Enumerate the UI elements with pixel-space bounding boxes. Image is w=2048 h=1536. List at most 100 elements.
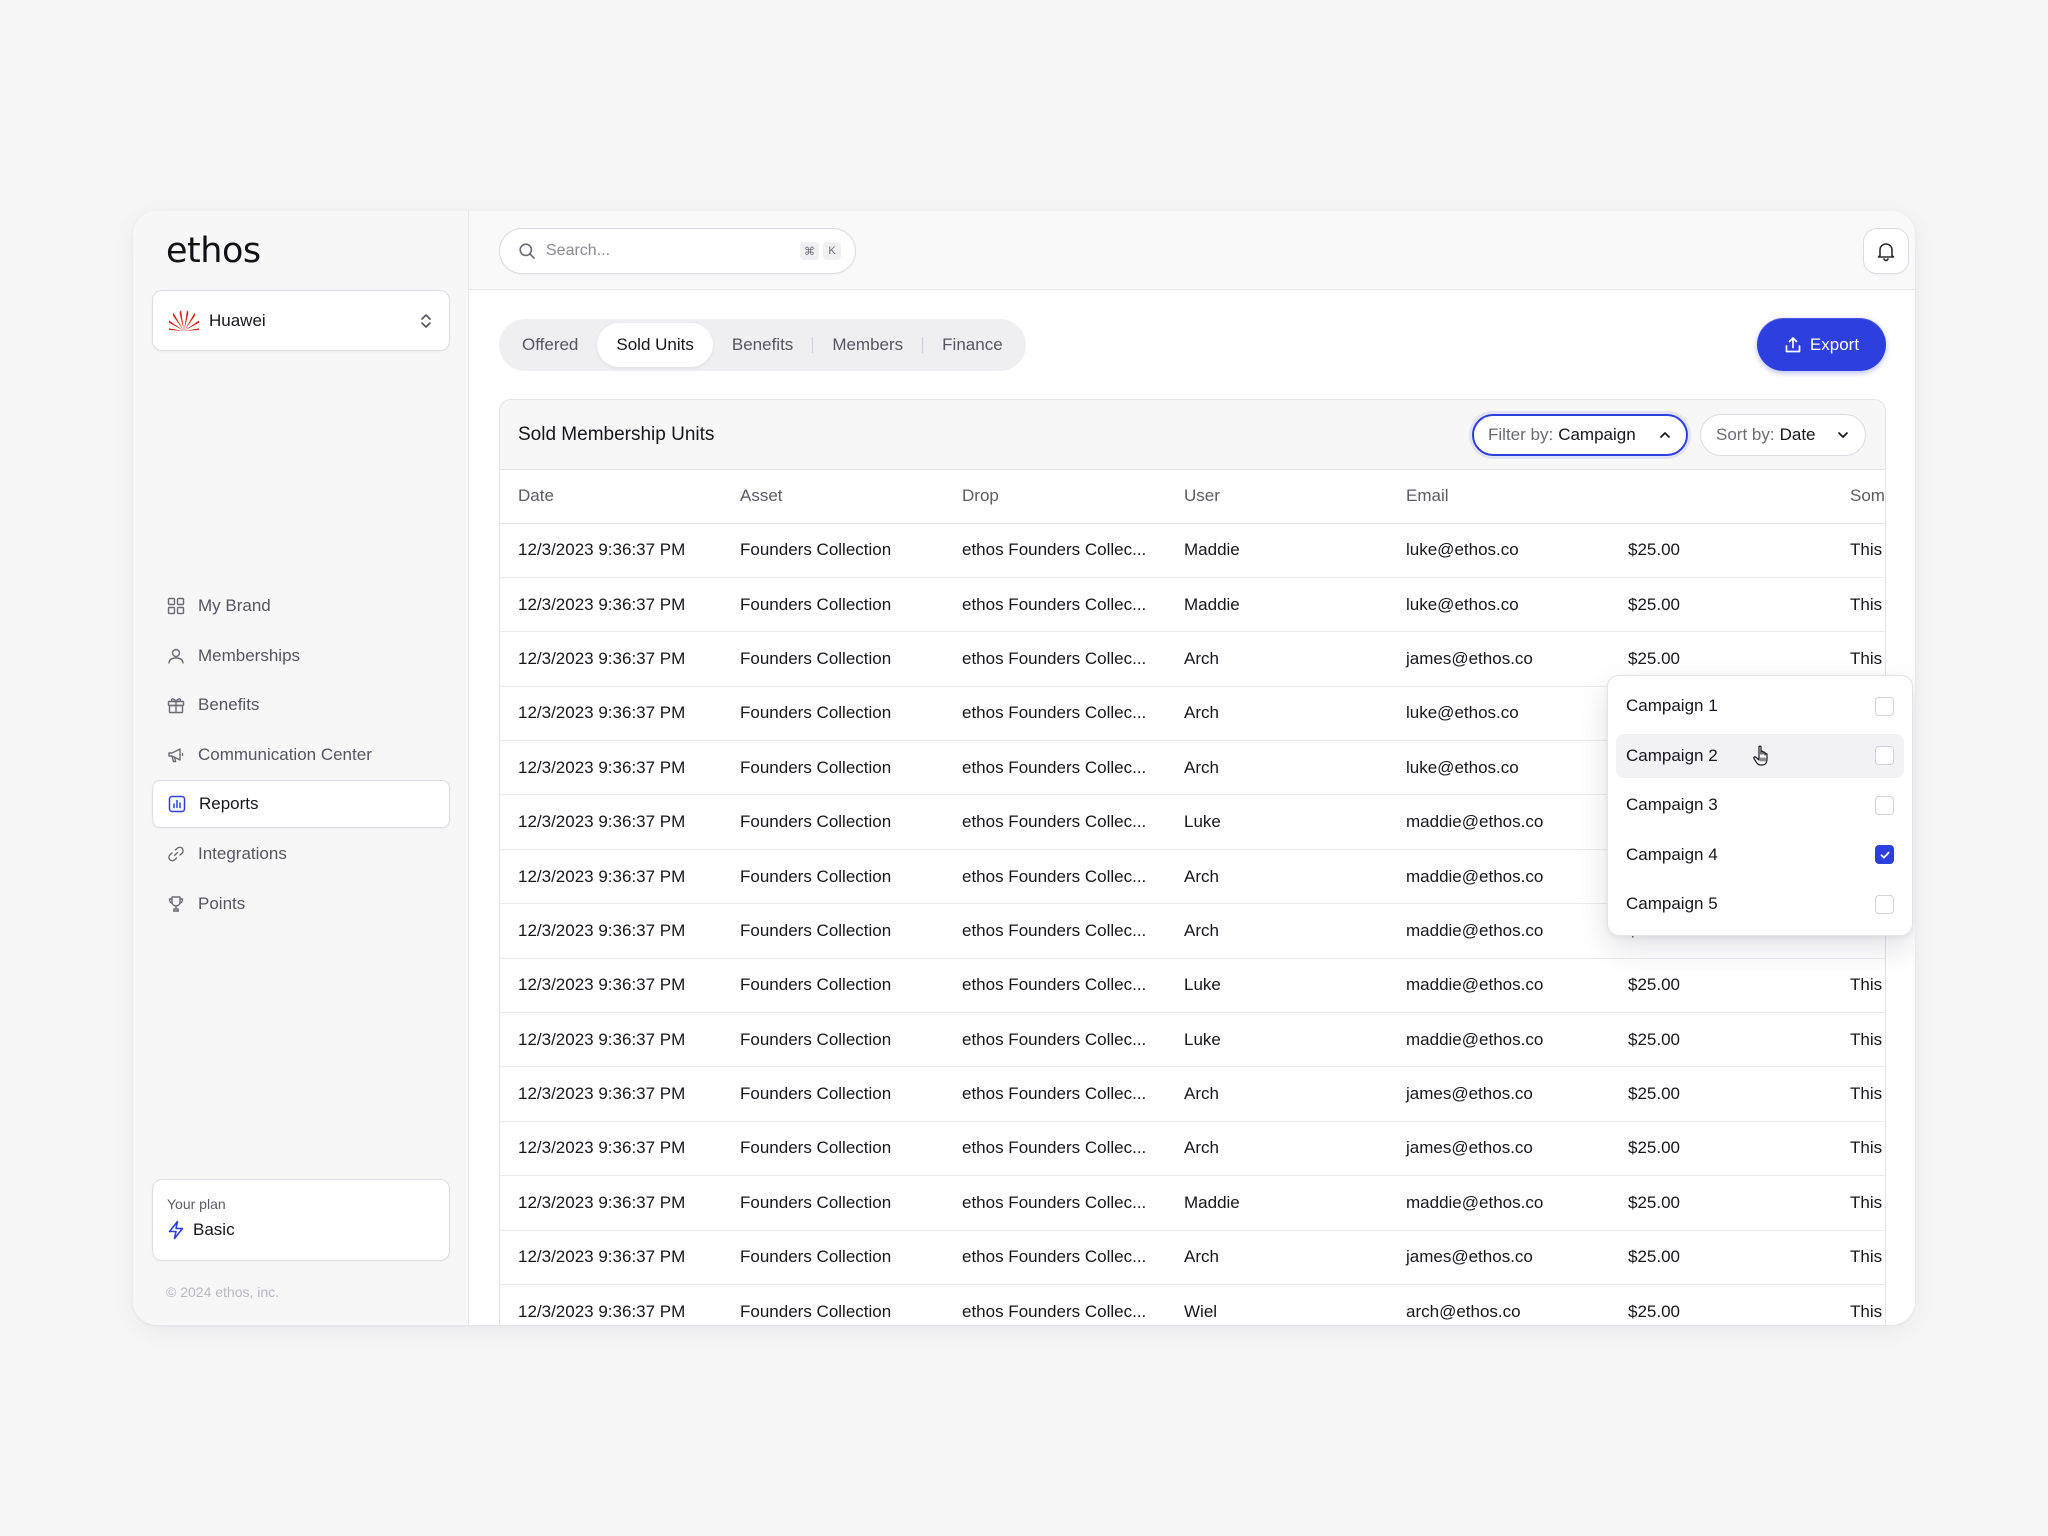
cell-user: Luke	[1166, 794, 1388, 850]
tab-members[interactable]: Members	[813, 323, 922, 367]
column-header-asset[interactable]: Asset	[722, 470, 944, 524]
search-input[interactable]	[546, 242, 796, 260]
column-header-user[interactable]: User	[1166, 470, 1388, 524]
cell-user: Luke	[1166, 1012, 1388, 1068]
sidebar-item-label: Memberships	[198, 645, 301, 665]
table-row[interactable]: 12/3/2023 9:36:37 PM Founders Collection e…	[500, 1175, 1885, 1231]
cell-date: 12/3/2023 9:36:37 PM	[500, 1284, 722, 1325]
cell-date: 12/3/2023 9:36:37 PM	[500, 958, 722, 1014]
column-header-email[interactable]: Email	[1388, 470, 1610, 524]
tab-offered[interactable]: Offered	[503, 323, 597, 367]
dropdown-option-label: Campaign 3	[1626, 795, 1718, 814]
cell-some: This	[1832, 577, 1885, 633]
cell-asset: Founders Collection	[722, 1230, 944, 1285]
filter-prefix: Filter by:	[1488, 425, 1554, 444]
cell-date: 12/3/2023 9:36:37 PM	[500, 1230, 722, 1285]
shortcut-key-cmd: ⌘	[800, 242, 819, 260]
huawei-logo-icon	[169, 309, 199, 331]
tab-finance[interactable]: Finance	[923, 323, 1021, 367]
table-header-row: Date Asset Drop User Email Som	[500, 470, 1885, 524]
cell-drop: ethos Founders Collec...	[944, 577, 1166, 633]
cell-some: This	[1832, 1121, 1885, 1177]
export-button[interactable]: Export	[1757, 318, 1886, 371]
cell-price: $25.00	[1610, 523, 1832, 578]
cell-asset: Founders Collection	[722, 1175, 944, 1231]
filter-button[interactable]: Filter by: Campaign	[1472, 414, 1688, 456]
checkbox[interactable]	[1875, 894, 1894, 914]
column-header-price[interactable]	[1610, 470, 1832, 524]
cell-date: 12/3/2023 9:36:37 PM	[500, 1012, 722, 1068]
dropdown-option-label: Campaign 2	[1626, 745, 1718, 765]
app-logo[interactable]: ethos	[166, 231, 261, 271]
cell-user: Arch	[1166, 686, 1388, 742]
dropdown-option-campaign-1[interactable]: Campaign 1	[1616, 684, 1904, 728]
sidebar-item-benefits[interactable]: Benefits	[152, 681, 450, 729]
cell-date: 12/3/2023 9:36:37 PM	[500, 686, 722, 742]
cell-email: maddie@ethos.co	[1388, 903, 1610, 959]
cell-drop: ethos Founders Collec...	[944, 1066, 1166, 1122]
cell-email: luke@ethos.co	[1388, 577, 1610, 633]
cell-asset: Founders Collection	[722, 577, 944, 633]
sidebar-item-integrations[interactable]: Integrations	[152, 830, 450, 878]
cell-email: luke@ethos.co	[1388, 523, 1610, 578]
column-header-date[interactable]: Date	[500, 470, 722, 524]
sidebar-item-communication-center[interactable]: Communication Center	[152, 731, 450, 779]
table-row[interactable]: 12/3/2023 9:36:37 PM Founders Collection e…	[500, 577, 1885, 633]
table-row[interactable]: 12/3/2023 9:36:37 PM Founders Collection e…	[500, 1284, 1885, 1325]
checkbox[interactable]	[1875, 696, 1894, 716]
column-header-drop[interactable]: Drop	[944, 470, 1166, 524]
cell-email: arch@ethos.co	[1388, 1284, 1610, 1325]
cell-user: Maddie	[1166, 1175, 1388, 1231]
campaign-filter-dropdown: Campaign 1 Campaign 2 Campaign 3 Campaign 4…	[1607, 675, 1913, 936]
tab-sold-units[interactable]: Sold Units	[597, 323, 713, 367]
cell-price: $25.00	[1610, 958, 1832, 1014]
cell-date: 12/3/2023 9:36:37 PM	[500, 631, 722, 687]
dropdown-option-campaign-3[interactable]: Campaign 3	[1616, 783, 1904, 827]
cell-price: $25.00	[1610, 1284, 1832, 1325]
checkbox-checked[interactable]	[1875, 845, 1894, 864]
sidebar-item-label: Benefits	[198, 695, 260, 715]
sort-button[interactable]: Sort by: Date	[1700, 414, 1866, 456]
sidebar-item-my-brand[interactable]: My Brand	[152, 582, 450, 630]
notifications-button[interactable]	[1863, 228, 1909, 274]
cell-some: This	[1832, 1175, 1885, 1231]
table-row[interactable]: 12/3/2023 9:36:37 PM Founders Collection e…	[500, 523, 1885, 578]
dropdown-option-campaign-4[interactable]: Campaign 4	[1616, 833, 1904, 877]
cell-email: maddie@ethos.co	[1388, 958, 1610, 1014]
table-row[interactable]: 12/3/2023 9:36:37 PM Founders Collection e…	[500, 1066, 1885, 1122]
brand-selector[interactable]: Huawei	[152, 290, 450, 351]
checkbox[interactable]	[1875, 795, 1894, 815]
dropdown-option-campaign-5[interactable]: Campaign 5	[1616, 882, 1904, 926]
sidebar-nav: My Brand Memberships Benefits Communicat…	[152, 582, 450, 929]
cell-date: 12/3/2023 9:36:37 PM	[500, 577, 722, 633]
cell-drop: ethos Founders Collec...	[944, 740, 1166, 796]
cell-user: Arch	[1166, 1066, 1388, 1122]
column-header-some[interactable]: Som	[1832, 470, 1885, 524]
table-row[interactable]: 12/3/2023 9:36:37 PM Founders Collection e…	[500, 1121, 1885, 1177]
dropdown-option-label: Campaign 4	[1626, 844, 1718, 864]
sidebar-item-points[interactable]: Points	[152, 880, 450, 928]
checkbox[interactable]	[1875, 746, 1894, 765]
hand-pointer-icon	[1753, 745, 1768, 766]
cell-price: $25.00	[1610, 1012, 1832, 1068]
cell-email: james@ethos.co	[1388, 1066, 1610, 1122]
sidebar-item-label: Communication Center	[198, 744, 372, 764]
dropdown-option-label: Campaign 5	[1626, 894, 1718, 913]
cell-date: 12/3/2023 9:36:37 PM	[500, 849, 722, 905]
sidebar-item-reports[interactable]: Reports	[152, 780, 450, 829]
table-row[interactable]: 12/3/2023 9:36:37 PM Founders Collection e…	[500, 958, 1885, 1014]
search-bar[interactable]: ⌘ K	[499, 228, 856, 274]
table-row[interactable]: 12/3/2023 9:36:37 PM Founders Collection e…	[500, 1012, 1885, 1068]
cell-some: This	[1832, 1066, 1885, 1122]
cell-email: james@ethos.co	[1388, 1121, 1610, 1177]
megaphone-icon	[166, 745, 186, 765]
sidebar-item-memberships[interactable]: Memberships	[152, 632, 450, 680]
sort-value: Date	[1779, 425, 1816, 444]
tab-benefits[interactable]: Benefits	[713, 323, 812, 367]
table-row[interactable]: 12/3/2023 9:36:37 PM Founders Collection e…	[500, 1230, 1885, 1285]
plan-card[interactable]: Your plan Basic	[152, 1179, 450, 1261]
cell-user: Maddie	[1166, 523, 1388, 578]
dropdown-option-campaign-2[interactable]: Campaign 2	[1616, 733, 1904, 778]
cell-asset: Founders Collection	[722, 903, 944, 959]
brand-name: Huawei	[209, 310, 266, 330]
